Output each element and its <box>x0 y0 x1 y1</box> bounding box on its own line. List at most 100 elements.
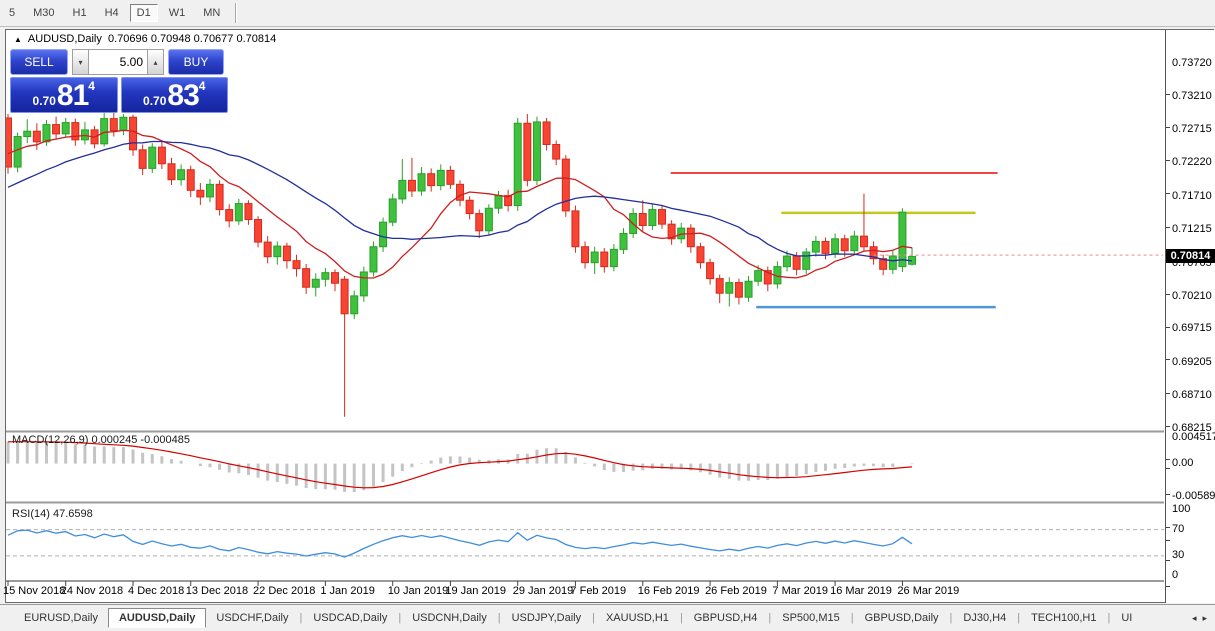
tab-usdjpy-daily[interactable]: USDJPY,Daily <box>502 608 592 628</box>
tab-scroll-left-icon[interactable]: ◂ <box>1192 613 1197 624</box>
candle-body <box>302 268 311 288</box>
candle-body <box>648 209 657 226</box>
rsi-axis-label: 30 <box>1172 548 1185 561</box>
candle-body <box>350 295 359 315</box>
tab-xauusd-h1[interactable]: XAUUSD,H1 <box>596 608 679 628</box>
rsi-line <box>7 529 913 558</box>
date-label: 7 Mar 2019 <box>772 585 829 597</box>
date-label: 24 Nov 2018 <box>60 585 124 597</box>
candle-body <box>523 122 532 181</box>
tab-usdchf-daily[interactable]: USDCHF,Daily <box>206 608 298 628</box>
macd-axis-label: 0.004517 <box>1172 431 1215 444</box>
axis-tick-mark <box>1166 293 1170 295</box>
candle-body <box>138 149 147 169</box>
candle-body <box>552 143 561 160</box>
candle-body <box>157 146 166 165</box>
rsi-axis-label: 0 <box>1172 568 1179 581</box>
tab-scroll-right-icon[interactable]: ▸ <box>1202 613 1207 624</box>
price-axis-label: 0.73720 <box>1172 56 1212 69</box>
candle-body <box>657 209 666 225</box>
macd-indicator-label: MACD(12,26,9) 0.000245 -0.000485 <box>12 434 190 446</box>
axis-tick-mark <box>1166 359 1170 361</box>
date-label: 16 Feb 2019 <box>637 585 700 597</box>
sell-price-big-digits: 81 <box>56 79 89 112</box>
tab-dj30-h4[interactable]: DJ30,H4 <box>953 608 1016 628</box>
tab-sp500-m15[interactable]: SP500,M15 <box>772 608 849 628</box>
candle-body <box>783 255 792 268</box>
axis-tick-mark <box>1166 585 1170 587</box>
chart-plot-area[interactable] <box>6 30 1165 603</box>
sell-button[interactable]: SELL <box>10 49 68 75</box>
tab-gbpusd-daily[interactable]: GBPUSD,Daily <box>855 608 949 628</box>
rsi-value: 47.6598 <box>52 508 93 520</box>
candle-body <box>436 169 445 187</box>
timeframe-button-mn[interactable]: MN <box>196 4 227 22</box>
timeframe-button-h4[interactable]: H4 <box>98 4 126 22</box>
price-axis-label: 0.71710 <box>1172 189 1212 202</box>
chart-title: ▲ AUDUSD,Daily 0.70696 0.70948 0.70677 0.… <box>14 33 276 45</box>
candle-body <box>23 130 32 138</box>
sell-price-prefix: 0.70 <box>32 94 56 108</box>
axis-tick-mark <box>1166 458 1170 460</box>
date-label: 7 Feb 2019 <box>570 585 627 597</box>
price-axis-label: 0.73210 <box>1172 90 1212 103</box>
candle-body <box>686 227 695 248</box>
candle-body <box>484 207 493 232</box>
volume-input[interactable] <box>89 49 147 75</box>
timeframe-button-d1[interactable]: D1 <box>129 4 158 22</box>
candle-body <box>571 210 580 248</box>
price-axis-label: 0.69715 <box>1172 322 1212 335</box>
volume-decrease-button[interactable]: ▾ <box>72 49 89 75</box>
axis-tick-mark <box>1166 559 1170 561</box>
timeframe-toolbar: 5 M30 H1 H4 D1 W1 MN <box>0 0 1215 27</box>
tab-separator: | <box>1017 612 1021 624</box>
chart-ohlc-values: 0.70696 0.70948 0.70677 0.70814 <box>108 33 277 45</box>
tab-separator: | <box>1107 612 1111 624</box>
candle-body <box>427 173 436 187</box>
candle-body <box>379 221 388 248</box>
buy-price-big-digits: 83 <box>167 79 199 112</box>
buy-price-display[interactable]: 0.70 83 4 <box>120 77 228 113</box>
candle-body <box>532 121 541 181</box>
price-axis-label: 0.72715 <box>1172 123 1212 136</box>
axis-tick-mark <box>1166 393 1170 395</box>
date-label: 4 Dec 2018 <box>128 585 185 597</box>
timeframe-button-h1[interactable]: H1 <box>66 4 94 22</box>
candle-body <box>186 169 195 191</box>
tab-usdcad-daily[interactable]: USDCAD,Daily <box>303 608 397 628</box>
tab-audusd-daily[interactable]: AUDUSD,Daily <box>107 607 207 628</box>
chart-symbol: AUDUSD,Daily <box>27 33 102 45</box>
tab-eurusd-daily[interactable]: EURUSD,Daily <box>14 608 108 628</box>
candle-body <box>196 189 205 198</box>
axis-tick-mark <box>1166 127 1170 129</box>
candle-body <box>129 116 138 151</box>
candle-body <box>792 255 801 270</box>
sell-price-pip-digit: 4 <box>88 79 95 93</box>
timeframe-button-5[interactable]: 5 <box>2 4 22 22</box>
tab-ui[interactable]: UI <box>1111 608 1142 628</box>
price-axis-label: 0.71215 <box>1172 222 1212 235</box>
tab-scroll-buttons: ◂ ▸ <box>1184 613 1215 624</box>
tab-usdcnh-daily[interactable]: USDCNH,Daily <box>402 608 497 628</box>
timeframe-button-m30[interactable]: M30 <box>26 4 61 22</box>
axis-tick-mark <box>1166 93 1170 95</box>
buy-price-pip-digit: 4 <box>198 79 206 93</box>
volume-increase-button[interactable]: ▴ <box>147 49 164 75</box>
timeframe-button-w1[interactable]: W1 <box>162 4 193 22</box>
candle-body <box>734 282 743 298</box>
candle-body <box>215 183 224 211</box>
candle-body <box>840 238 849 252</box>
candle-body <box>205 183 214 198</box>
tab-gbpusd-h4[interactable]: GBPUSD,H4 <box>684 608 768 628</box>
macd-axis-label: -0.005899 <box>1172 490 1215 502</box>
sell-price-display[interactable]: 0.70 81 4 <box>10 77 118 113</box>
axis-tick-mark <box>1166 226 1170 228</box>
candle-body <box>859 235 868 248</box>
rsi-indicator-label: RSI(14) 47.6598 <box>12 508 93 520</box>
candle-body <box>254 219 263 243</box>
date-label: 13 Dec 2018 <box>185 585 249 597</box>
collapse-icon[interactable]: ▲ <box>14 35 22 44</box>
tab-tech100-h1[interactable]: TECH100,H1 <box>1021 608 1106 628</box>
date-label: 26 Feb 2019 <box>705 585 767 597</box>
buy-button[interactable]: BUY <box>168 49 224 75</box>
